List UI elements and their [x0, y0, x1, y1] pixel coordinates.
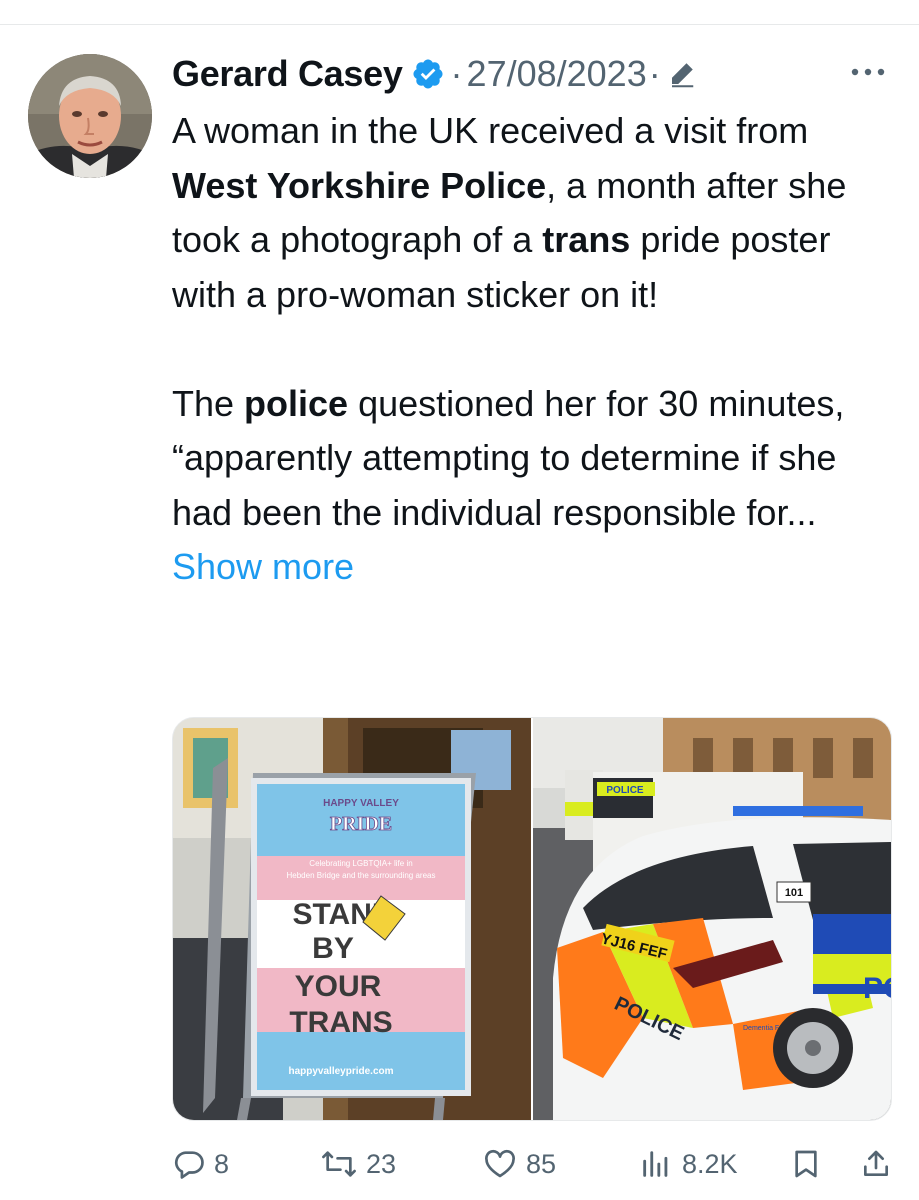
reply-icon [174, 1151, 204, 1179]
like-button[interactable]: 85 [482, 1142, 556, 1186]
poster-top-text: HAPPY VALLEY [323, 798, 399, 809]
header-separator: · [450, 53, 463, 94]
views-icon [643, 1151, 668, 1177]
body-bold-text: trans [542, 219, 631, 260]
poster-url-text: happyvalleypride.com [288, 1066, 393, 1077]
poster-line2-text: Hebden Bridge and the surrounding areas [287, 871, 436, 880]
verified-badge-icon [413, 59, 443, 89]
author-name[interactable]: Gerard Casey [172, 53, 403, 95]
share-button[interactable] [860, 1142, 900, 1186]
like-count: 85 [526, 1148, 557, 1179]
like-icon [485, 1149, 515, 1178]
van-police-sign: POLICE [606, 785, 644, 796]
door-police-text: PO [863, 972, 891, 1005]
body-bold-text: police [244, 382, 349, 424]
tweet-date[interactable]: 27/08/2023 [467, 53, 647, 95]
views-button[interactable]: 8.2K [638, 1142, 738, 1186]
bookmark-icon [795, 1150, 817, 1178]
body-text: The [172, 382, 245, 424]
body-bold-text: West Yorkshire Police [172, 164, 547, 206]
tweet-text: A woman in the UK received a visit from … [172, 104, 897, 595]
poster-your-text: YOUR [295, 970, 382, 1003]
right-photo[interactable]: POLICE YJ16 FEF POLICE 101 PO Dementia F… [533, 718, 891, 1120]
tweet-actions: 8 23 85 8.2K [172, 1142, 897, 1186]
tweet-header: Gerard Casey · 27/08/2023 · [172, 50, 697, 98]
more-options-icon[interactable] [846, 64, 890, 80]
edit-pencil-icon[interactable] [667, 59, 697, 89]
reply-button[interactable]: 8 [172, 1142, 229, 1186]
retweet-icon [322, 1151, 356, 1177]
poster-trans-text: TRANS [289, 1006, 392, 1039]
poster-title-text: PRIDE [330, 813, 392, 835]
tweet-media[interactable]: HAPPY VALLEY PRIDE Celebrating LGBTQIA+ … [172, 717, 892, 1121]
top-divider [0, 24, 919, 25]
share-icon [864, 1150, 888, 1176]
avatar[interactable] [28, 54, 152, 178]
retweet-count: 23 [366, 1148, 397, 1179]
door-number: 101 [785, 887, 803, 899]
poster-by-text: BY [312, 932, 354, 965]
reply-count: 8 [214, 1148, 230, 1179]
show-more-link[interactable]: Show more [172, 546, 354, 587]
header-separator-2: · [648, 53, 661, 94]
body-text: A woman in the UK received a visit from [172, 110, 819, 151]
view-count: 8.2K [682, 1148, 738, 1179]
poster-line1-text: Celebrating LGBTQIA+ life in [309, 859, 412, 868]
retweet-button[interactable]: 23 [320, 1142, 396, 1186]
bookmark-button[interactable] [790, 1142, 830, 1186]
left-photo[interactable]: HAPPY VALLEY PRIDE Celebrating LGBTQIA+ … [173, 718, 531, 1120]
